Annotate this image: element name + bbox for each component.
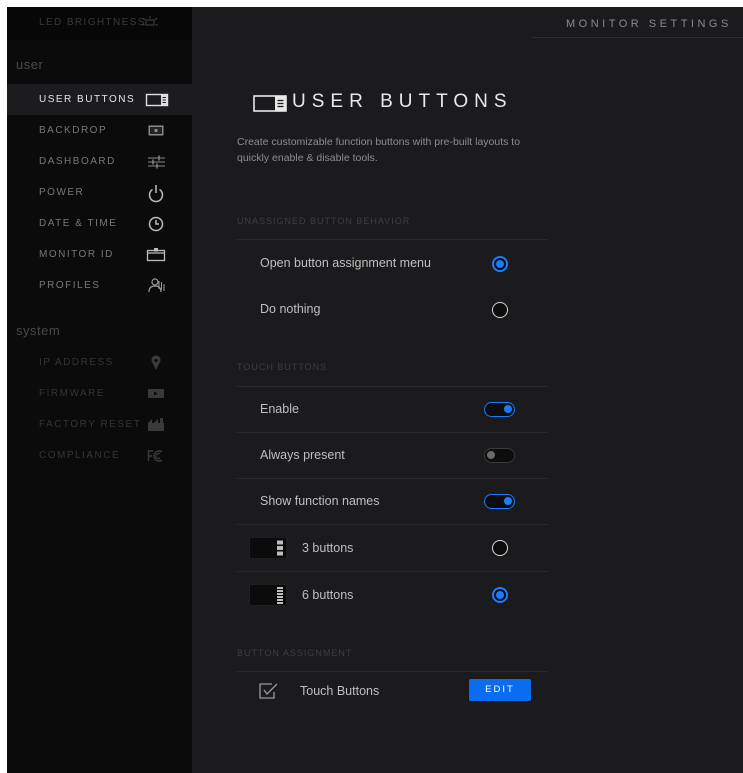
always-present-toggle[interactable]: [484, 448, 515, 463]
sidebar-item-label: USER BUTTONS: [39, 94, 136, 105]
sidebar-item-label: IP ADDRESS: [39, 357, 114, 368]
sidebar-item-backdrop[interactable]: BACKDROP: [7, 115, 192, 146]
layout-label: 6 buttons: [302, 588, 354, 602]
sidebar-section-system: system: [16, 323, 61, 338]
page-description: Create customizable function buttons wit…: [237, 136, 521, 164]
sidebar-item-label: DASHBOARD: [39, 156, 116, 167]
divider: [237, 386, 548, 387]
sidebar-item-label: COMPLIANCE: [39, 450, 121, 461]
divider: [237, 571, 548, 572]
fcc-icon: [145, 446, 169, 466]
sidebar-item-label: POWER: [39, 187, 85, 198]
sidebar-item-firmware[interactable]: FIRMWARE: [7, 378, 192, 409]
sidebar-item-profiles[interactable]: PROFILES: [7, 270, 192, 301]
backdrop-icon: [145, 121, 169, 141]
divider: [237, 671, 548, 672]
settings-window: LED BRIGHTNESS user USER BUTTONS BACKDRO…: [7, 7, 743, 773]
divider: [237, 478, 548, 479]
layout-label: 3 buttons: [302, 541, 354, 555]
divider: [237, 524, 548, 525]
radio-3-buttons[interactable]: [492, 540, 508, 556]
section-label-button-assignment: BUTTON ASSIGNMENT: [237, 648, 353, 658]
factory-reset-icon: [145, 415, 169, 435]
title-divider: [532, 37, 743, 38]
enable-toggle[interactable]: [484, 402, 515, 417]
sidebar-section-user: user: [16, 57, 44, 72]
sliders-icon: [145, 152, 169, 172]
show-function-names-label: Show function names: [260, 494, 380, 508]
firmware-icon: [145, 384, 169, 404]
radio-6-buttons[interactable]: [492, 587, 508, 603]
radio-open-assignment-menu[interactable]: [492, 256, 508, 272]
sidebar-item-label: PROFILES: [39, 280, 101, 291]
divider: [237, 239, 548, 240]
led-brightness-icon: [140, 15, 160, 34]
radio-do-nothing[interactable]: [492, 302, 508, 318]
sidebar-item-label: LED BRIGHTNESS: [39, 17, 146, 28]
sidebar-item-factory-reset[interactable]: FACTORY RESET: [7, 409, 192, 440]
window-title: MONITOR SETTINGS: [566, 18, 732, 30]
divider: [237, 432, 548, 433]
monitor-id-icon: [145, 245, 169, 265]
power-icon: [145, 183, 169, 203]
clock-icon: [145, 214, 169, 234]
checkbox-edit-icon: [258, 682, 280, 705]
option-label: Do nothing: [260, 302, 321, 316]
always-present-label: Always present: [260, 448, 345, 462]
page-title: USER BUTTONS: [292, 91, 513, 112]
sidebar-item-compliance[interactable]: COMPLIANCE: [7, 440, 192, 471]
option-label: Open button assignment menu: [260, 256, 431, 270]
sidebar-item-label: BACKDROP: [39, 125, 108, 136]
touch-buttons-assignment-label: Touch Buttons: [300, 684, 380, 698]
profiles-icon: [145, 276, 169, 296]
user-buttons-icon: [145, 90, 169, 110]
sidebar-item-dashboard[interactable]: DASHBOARD: [7, 146, 192, 177]
sidebar-item-led-brightness[interactable]: LED BRIGHTNESS: [7, 7, 192, 40]
sidebar-item-date-time[interactable]: DATE & TIME: [7, 208, 192, 239]
user-buttons-icon: [253, 94, 287, 119]
sidebar-item-ip-address[interactable]: IP ADDRESS: [7, 347, 192, 378]
section-label-touch-buttons: TOUCH BUTTONS: [237, 362, 328, 372]
six-button-layout-icon: [249, 584, 287, 606]
sidebar-item-label: MONITOR ID: [39, 249, 114, 260]
sidebar-item-label: FIRMWARE: [39, 388, 106, 399]
sidebar-item-user-buttons[interactable]: USER BUTTONS: [7, 84, 192, 115]
sidebar: LED BRIGHTNESS user USER BUTTONS BACKDRO…: [7, 7, 192, 773]
section-label-unassigned: UNASSIGNED BUTTON BEHAVIOR: [237, 216, 411, 226]
sidebar-item-monitor-id[interactable]: MONITOR ID: [7, 239, 192, 270]
show-function-names-toggle[interactable]: [484, 494, 515, 509]
three-button-layout-icon: [249, 537, 287, 559]
enable-label: Enable: [260, 402, 299, 416]
sidebar-item-label: FACTORY RESET: [39, 419, 142, 430]
sidebar-item-power[interactable]: POWER: [7, 177, 192, 208]
location-pin-icon: [145, 353, 169, 373]
sidebar-item-label: DATE & TIME: [39, 218, 118, 229]
edit-button[interactable]: EDIT: [469, 679, 531, 701]
